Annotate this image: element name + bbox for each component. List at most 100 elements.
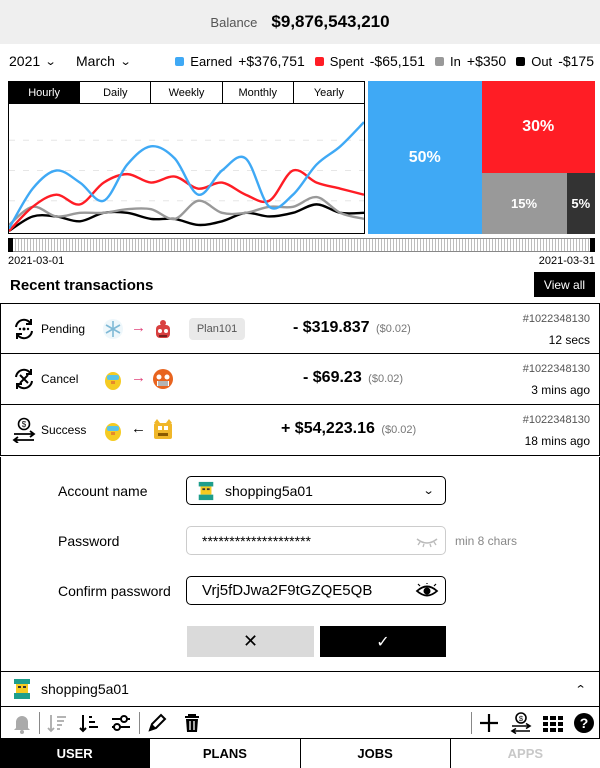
cancel-icon bbox=[15, 368, 33, 390]
success-icon: $ bbox=[12, 417, 36, 443]
treemap-chart: 50% 30% 15% 5% bbox=[368, 81, 595, 234]
transaction-amount: - $69.23 ($0.02) bbox=[303, 369, 403, 387]
cancel-button[interactable]: ✕ bbox=[187, 626, 314, 657]
toolbar: $ ? bbox=[0, 707, 600, 738]
range-end-handle[interactable] bbox=[590, 238, 595, 252]
account-select-value: shopping5a01 bbox=[225, 482, 313, 499]
month-value: March bbox=[76, 53, 115, 69]
legend: Earned +$376,751 Spent -$65,151 In +$350… bbox=[165, 53, 594, 69]
plus-icon[interactable] bbox=[478, 712, 500, 734]
range-end-date: 2021-03-31 bbox=[538, 255, 595, 267]
amount-value: - $319.837 bbox=[293, 319, 370, 336]
svg-text:?: ? bbox=[580, 715, 589, 731]
balance-label: Balance bbox=[210, 14, 258, 30]
legend-swatch bbox=[175, 56, 185, 66]
sort-desc-icon[interactable] bbox=[78, 712, 100, 734]
tab-daily[interactable]: Daily bbox=[80, 82, 152, 103]
legend-name: Out bbox=[531, 53, 553, 69]
arrow-left-icon: ← bbox=[131, 420, 146, 437]
series-line-in bbox=[9, 195, 364, 226]
month-select[interactable]: March ⌄ bbox=[76, 53, 132, 69]
transaction-time: 18 mins ago bbox=[524, 434, 590, 448]
legend-item-out: Out -$175 bbox=[516, 53, 594, 69]
nav-tab-jobs[interactable]: JOBS bbox=[301, 739, 451, 768]
filter-row: 2021 ⌄ March ⌄ Earned +$376,751 Spent -$… bbox=[0, 48, 600, 74]
legend-value: -$175 bbox=[558, 53, 594, 69]
bottom-nav: USER PLANS JOBS APPS bbox=[0, 738, 600, 768]
treemap-cell-label: 5% bbox=[571, 195, 591, 211]
nav-tab-user[interactable]: USER bbox=[0, 739, 151, 768]
sort-icon[interactable] bbox=[46, 712, 68, 734]
account-avatar-icon bbox=[198, 481, 214, 500]
account-name: shopping5a01 bbox=[41, 681, 129, 697]
line-chart-panel: Hourly Daily Weekly Monthly Yearly bbox=[8, 81, 365, 234]
confirm-password-field[interactable]: Vrj5fDJwa2F9tGZQE5QB bbox=[186, 576, 446, 605]
legend-value: +$376,751 bbox=[238, 53, 305, 69]
eye-open-icon[interactable] bbox=[415, 582, 439, 599]
range-start-handle[interactable] bbox=[8, 238, 13, 252]
chevron-up-icon[interactable]: ⌃ bbox=[574, 683, 586, 696]
eye-closed-icon[interactable] bbox=[415, 533, 439, 549]
balance-bar: Balance $9,876,543,210 bbox=[0, 0, 600, 44]
password-label: Password bbox=[58, 533, 120, 549]
tab-yearly[interactable]: Yearly bbox=[294, 82, 364, 103]
toolbar-divider bbox=[471, 712, 472, 734]
toolbar-divider bbox=[39, 712, 40, 734]
confirm-password-value: Vrj5fDJwa2F9tGZQE5QB bbox=[202, 582, 373, 599]
trash-icon[interactable] bbox=[181, 712, 203, 734]
gold-monster-avatar-icon bbox=[154, 419, 172, 439]
plan-badge: Plan101 bbox=[189, 318, 245, 340]
legend-item-in: In +$350 bbox=[435, 53, 506, 69]
legend-swatch bbox=[516, 56, 526, 66]
transaction-row[interactable]: $ Success ← + $54,223.16 ($0.02) #102234… bbox=[0, 405, 600, 456]
password-field[interactable]: ******************** bbox=[186, 526, 446, 555]
password-value: ******************** bbox=[202, 532, 311, 549]
date-range-slider[interactable] bbox=[8, 238, 595, 252]
legend-item-earned: Earned +$376,751 bbox=[175, 53, 305, 69]
treemap-cell-out: 5% bbox=[566, 172, 595, 234]
transaction-time: 3 mins ago bbox=[531, 383, 590, 397]
money-transfer-icon[interactable]: $ bbox=[510, 712, 532, 734]
year-select[interactable]: 2021 ⌄ bbox=[9, 53, 57, 69]
pencil-icon[interactable] bbox=[146, 712, 168, 734]
grid-icon[interactable] bbox=[542, 712, 564, 734]
snowflake-avatar-icon bbox=[103, 319, 123, 339]
transaction-id: #1022348130 bbox=[522, 363, 590, 375]
confirm-button[interactable]: ✓ bbox=[320, 626, 446, 657]
confirm-password-label: Confirm password bbox=[58, 583, 171, 599]
range-start-date: 2021-03-01 bbox=[8, 255, 65, 267]
transaction-id: #1022348130 bbox=[522, 414, 590, 426]
transaction-row[interactable]: Pending → Plan101 - $319.837 ($0.02) #10… bbox=[0, 303, 600, 354]
account-select[interactable]: shopping5a01 ⌄ bbox=[186, 476, 446, 505]
view-all-button[interactable]: View all bbox=[534, 272, 595, 297]
tab-weekly[interactable]: Weekly bbox=[151, 82, 223, 103]
legend-value: -$65,151 bbox=[369, 53, 426, 69]
treemap-cell-label: 30% bbox=[522, 117, 555, 135]
transaction-id: #1022348130 bbox=[522, 313, 590, 325]
treemap-cell-spent: 30% bbox=[481, 81, 595, 173]
chevron-down-icon: ⌄ bbox=[44, 55, 57, 68]
treemap-cell-label: 15% bbox=[511, 195, 538, 211]
password-hint: min 8 chars bbox=[455, 534, 518, 548]
arrow-right-icon: → bbox=[131, 319, 146, 336]
tab-monthly[interactable]: Monthly bbox=[223, 82, 294, 103]
tab-hourly[interactable]: Hourly bbox=[9, 82, 81, 103]
nav-tab-plans[interactable]: PLANS bbox=[150, 739, 301, 768]
yellow-bird-avatar-icon bbox=[105, 372, 121, 390]
chart-period-tabs: Hourly Daily Weekly Monthly Yearly bbox=[9, 82, 364, 104]
bell-icon[interactable] bbox=[11, 712, 33, 734]
account-name-label: Account name bbox=[58, 483, 148, 499]
help-icon[interactable]: ? bbox=[573, 712, 595, 734]
transaction-list: Pending → Plan101 - $319.837 ($0.02) #10… bbox=[0, 303, 600, 456]
treemap-cell-earned: 50% bbox=[368, 81, 482, 234]
transaction-row[interactable]: Cancel → - $69.23 ($0.02) #1022348130 3 … bbox=[0, 354, 600, 405]
account-collapse-bar[interactable]: shopping5a01 ⌃ bbox=[0, 671, 600, 707]
series-line-earned bbox=[9, 121, 364, 230]
svg-text:$: $ bbox=[22, 420, 27, 429]
chevron-down-icon: ⌄ bbox=[119, 55, 132, 68]
amount-value: + $54,223.16 bbox=[281, 420, 375, 437]
sliders-icon[interactable] bbox=[110, 712, 132, 734]
account-form: Account name shopping5a01 ⌄ Password ***… bbox=[0, 457, 600, 671]
transaction-fee: ($0.02) bbox=[368, 373, 404, 385]
year-value: 2021 bbox=[9, 53, 41, 69]
